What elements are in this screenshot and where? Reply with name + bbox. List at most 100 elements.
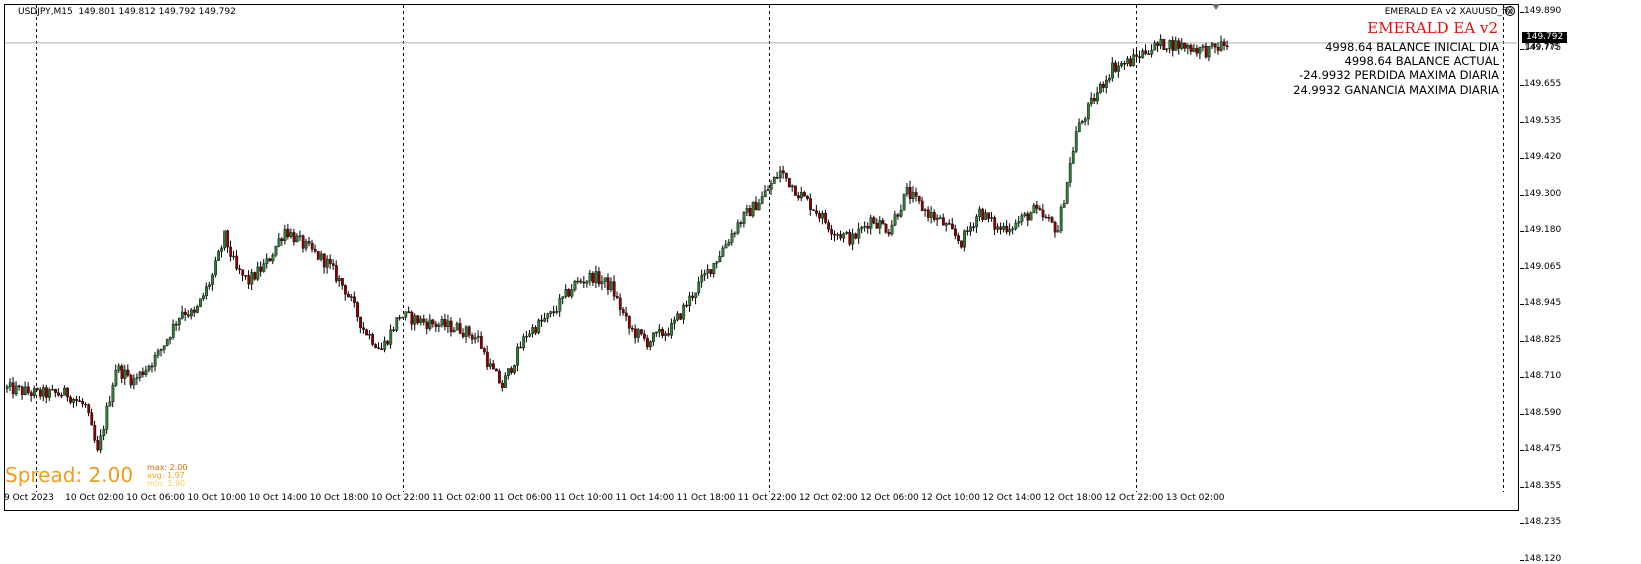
- account-stats: 4998.64 BALANCE INICIAL DIA 4998.64 BALA…: [1293, 40, 1499, 97]
- candle-body: [334, 265, 338, 282]
- candle-body: [262, 263, 266, 272]
- candle-body: [957, 235, 960, 241]
- candle-body: [640, 329, 643, 335]
- candle-body: [742, 212, 746, 224]
- candle-body: [688, 295, 692, 306]
- candle-body: [419, 318, 423, 323]
- smiley-icon[interactable]: ☺: [1505, 6, 1515, 16]
- candle-body: [48, 389, 51, 398]
- candle-body: [473, 337, 477, 340]
- candle-body: [881, 220, 885, 225]
- time-label: 10 Oct 14:00: [248, 493, 308, 503]
- candle-body: [917, 196, 921, 202]
- candle-body: [374, 344, 378, 348]
- candle-body: [310, 242, 314, 250]
- candle-body: [676, 313, 680, 321]
- candle-body: [1062, 203, 1066, 208]
- symbol-info: USDJPY,M15 149.801 149.812 149.792 149.7…: [18, 7, 236, 17]
- candle-body: [117, 365, 121, 371]
- candle-body: [754, 201, 758, 211]
- candle-body: [591, 272, 595, 283]
- candle-body: [476, 336, 480, 338]
- candle-body: [1159, 39, 1163, 46]
- candlestick-chart[interactable]: [0, 0, 1520, 511]
- candle-body: [368, 334, 371, 336]
- candle-body: [105, 405, 109, 430]
- candle-body: [114, 369, 118, 386]
- candle-body: [331, 263, 335, 266]
- candle-body: [489, 363, 492, 367]
- candle-body: [543, 318, 547, 322]
- candle-body: [585, 280, 589, 284]
- candle-body: [902, 193, 906, 211]
- time-label: 10 Oct 22:00: [370, 493, 430, 503]
- candle-body: [549, 311, 553, 314]
- candle-body: [1186, 45, 1190, 49]
- price-label: 149.535: [1524, 115, 1562, 126]
- candle-body: [1156, 42, 1160, 46]
- candle-body: [214, 260, 217, 276]
- candle-body: [597, 271, 601, 285]
- candle-body: [277, 238, 281, 247]
- candle-body: [537, 319, 541, 334]
- candle-body: [407, 311, 411, 313]
- candle-body: [573, 281, 577, 291]
- candle-body: [165, 339, 169, 346]
- candle-body: [283, 228, 287, 241]
- candle-body: [392, 329, 396, 332]
- candle-body: [510, 368, 513, 373]
- candle-body: [298, 235, 302, 237]
- time-label: 11 Oct 06:00: [493, 493, 552, 503]
- time-label: 11 Oct 22:00: [737, 493, 797, 503]
- candle-body: [875, 222, 879, 229]
- time-label: 10 Oct 18:00: [309, 493, 369, 503]
- candle-body: [784, 172, 788, 179]
- candle-body: [498, 370, 501, 384]
- candle-body: [981, 208, 985, 220]
- candle-body: [1029, 212, 1033, 221]
- candle-body: [211, 274, 214, 285]
- candle-body: [1207, 46, 1211, 58]
- candle-body: [5, 386, 9, 389]
- candle-body: [1153, 42, 1157, 51]
- candle-body: [199, 298, 202, 307]
- stat-max-loss: -24.9932 PERDIDA MAXIMA DIARIA: [1299, 68, 1499, 83]
- candle-body: [800, 192, 803, 199]
- candle-body: [443, 319, 447, 327]
- candle-body: [643, 333, 646, 339]
- time-label: 12 Oct 02:00: [798, 493, 858, 503]
- candle-body: [718, 256, 722, 262]
- candle-body: [966, 230, 969, 232]
- candle-body: [1041, 209, 1045, 218]
- candle-body: [1032, 204, 1036, 214]
- candle-body: [461, 332, 465, 337]
- candle-body: [794, 185, 797, 196]
- time-axis[interactable]: 9 Oct 2023 10 Oct 02:00 10 Oct 06:00 10 Oct…: [0, 493, 1520, 509]
- candle-body: [649, 341, 652, 348]
- candle-body: [1005, 225, 1009, 233]
- candle-body: [193, 309, 196, 313]
- candle-body: [567, 289, 571, 297]
- price-axis[interactable]: 149.890 149.775 149.655 149.535 149.420 149.3…: [1520, 0, 1641, 564]
- candle-body: [353, 296, 356, 303]
- candle-body: [238, 268, 242, 271]
- candle-body: [818, 213, 821, 219]
- candle-body: [1092, 97, 1096, 102]
- candle-body: [1038, 208, 1042, 211]
- candle-body: [66, 387, 70, 398]
- candle-body: [842, 233, 846, 239]
- candle-body: [884, 223, 888, 233]
- candle-body: [322, 253, 326, 268]
- candle-body: [685, 304, 689, 307]
- candle-body: [809, 198, 812, 210]
- candle-body: [576, 280, 580, 283]
- candle-body: [377, 347, 381, 349]
- candle-body: [96, 440, 100, 451]
- candle-body: [948, 223, 951, 225]
- candle-body: [371, 334, 375, 345]
- candle-body: [736, 222, 740, 234]
- candle-body: [51, 389, 54, 391]
- candle-body: [579, 280, 583, 283]
- candle-body: [1080, 121, 1084, 124]
- candle-body: [123, 369, 127, 379]
